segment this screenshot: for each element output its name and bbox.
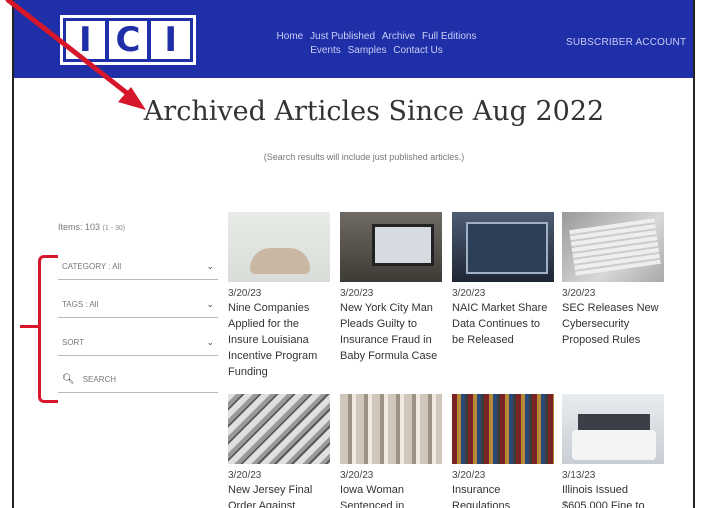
annotation-arrow-svg [5, 0, 146, 110]
annotation-arrow [5, 0, 135, 100]
